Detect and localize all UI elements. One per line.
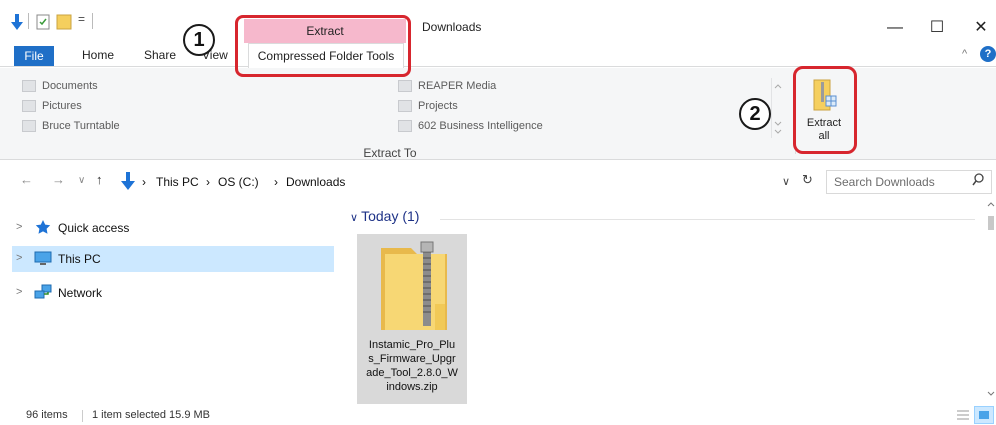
group-header-divider	[440, 219, 975, 220]
qat-divider	[28, 13, 29, 29]
maximize-button[interactable]: ☐	[922, 16, 952, 40]
network-icon	[34, 284, 52, 300]
expand-chevron-icon[interactable]: >	[16, 221, 22, 233]
step-marker-2: 2	[739, 98, 771, 130]
status-selection: 1 item selected 15.9 MB	[92, 409, 211, 421]
recent-locations-icon[interactable]: ∨	[78, 175, 85, 186]
forward-arrow-icon[interactable]: →	[52, 172, 65, 187]
large-icons-view-icon[interactable]	[974, 406, 994, 424]
zip-folder-icon	[379, 240, 449, 335]
expand-chevron-icon[interactable]: >	[16, 286, 22, 298]
expand-chevron-icon[interactable]: >	[16, 252, 22, 264]
folder-icon	[398, 120, 412, 132]
destination-item[interactable]: Documents	[20, 76, 270, 96]
destination-item[interactable]: Bruce Turntable	[20, 116, 270, 136]
tab-share[interactable]: Share	[144, 48, 176, 62]
extract-to-group-label: Extract To	[363, 146, 417, 160]
group-header-today[interactable]: ∨ Today (1)	[350, 208, 419, 224]
breadcrumb-downloads[interactable]: Downloads	[286, 175, 345, 189]
status-item-count: 96 items	[26, 409, 68, 421]
up-arrow-icon[interactable]: ↑	[96, 172, 103, 187]
nav-item-network[interactable]: > Network	[12, 280, 334, 306]
help-icon[interactable]: ?	[980, 46, 996, 62]
computer-icon	[34, 250, 52, 266]
downloads-location-icon	[120, 172, 136, 193]
details-view-icon[interactable]	[956, 408, 970, 425]
pictures-icon	[22, 100, 36, 112]
document-icon	[22, 80, 36, 92]
step-marker-1: 1	[183, 24, 215, 56]
search-placeholder: Search Downloads	[834, 175, 935, 189]
breadcrumb-os-c[interactable]: OS (C:)	[218, 175, 259, 189]
vertical-scrollbar[interactable]	[986, 198, 996, 406]
nav-item-quick-access[interactable]: > Quick access	[12, 215, 334, 241]
destination-item[interactable]: Pictures	[20, 96, 270, 116]
breadcrumb-this-pc[interactable]: This PC	[156, 175, 199, 189]
refresh-icon[interactable]: ↻	[802, 172, 813, 188]
nav-item-this-pc[interactable]: > This PC	[12, 246, 334, 272]
callout-highlight-step2	[793, 66, 857, 154]
new-folder-icon[interactable]	[56, 14, 72, 30]
folder-icon	[398, 80, 412, 92]
breadcrumb-separator: ›	[206, 175, 210, 189]
address-dropdown-icon[interactable]: ∨	[782, 175, 790, 188]
minimize-button[interactable]: —	[880, 16, 910, 40]
tab-home[interactable]: Home	[82, 48, 114, 62]
qat-divider-2	[92, 13, 93, 29]
breadcrumb-separator: ›	[142, 175, 146, 189]
collapse-ribbon-icon[interactable]: ^	[962, 48, 967, 60]
properties-icon[interactable]	[36, 14, 50, 30]
folder-icon	[22, 120, 36, 132]
back-arrow-icon[interactable]: ←	[20, 172, 33, 187]
close-button[interactable]: ✕	[966, 16, 996, 40]
file-name: Instamic_Pro_Plu s_Firmware_Upgr ade_Too…	[366, 339, 458, 393]
qat-dropdown-icon[interactable]: =	[78, 12, 85, 26]
star-icon	[34, 219, 52, 235]
folder-icon	[398, 100, 412, 112]
collapse-group-icon: ∨	[350, 212, 362, 224]
search-icon	[972, 173, 984, 190]
tab-file[interactable]: File	[14, 46, 54, 66]
down-arrow-icon[interactable]	[10, 14, 24, 30]
title-bar	[0, 0, 996, 40]
callout-highlight-step1	[235, 15, 411, 77]
breadcrumb-separator: ›	[274, 175, 278, 189]
destination-item[interactable]: 602 Business Intelligence	[396, 116, 646, 136]
window-title: Downloads	[422, 20, 482, 34]
status-divider	[82, 410, 83, 422]
destination-item[interactable]: REAPER Media	[396, 76, 646, 96]
destination-item[interactable]: Projects	[396, 96, 646, 116]
destination-scrollbar[interactable]	[771, 78, 783, 138]
